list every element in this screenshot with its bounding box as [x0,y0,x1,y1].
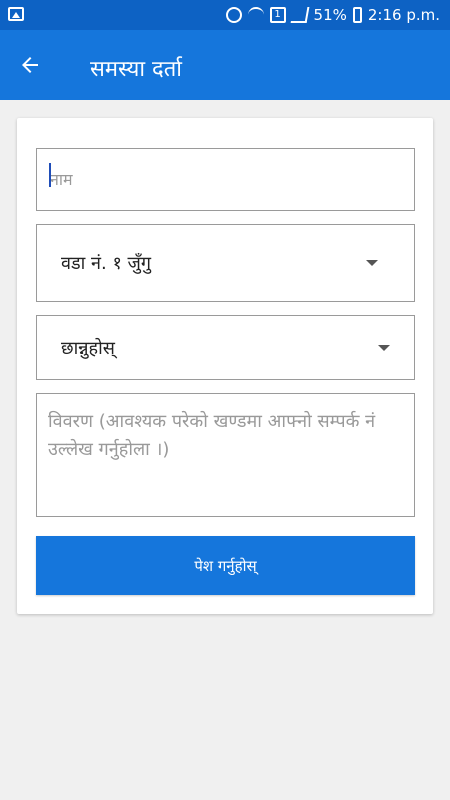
wifi-icon [247,7,264,23]
signal-icon [290,7,309,23]
app-bar: समस्या दर्ता [0,30,450,100]
battery-icon [352,7,362,23]
text-cursor [49,163,51,187]
battery-percent: 51% [313,6,347,24]
dropdown-arrow-icon [366,260,378,266]
dropdown-arrow-icon [378,344,390,351]
sim-icon: 1 [269,7,286,23]
page-title: समस्या दर्ता [90,57,182,82]
status-bar: 1 51% 2:16 p.m. [0,0,450,30]
name-field-box [36,148,415,211]
image-icon [8,7,24,21]
description-input[interactable] [37,394,414,516]
ward-select[interactable]: वडा नं. १ जुँगु [36,224,415,302]
ward-select-value: वडा नं. १ जुँगु [61,253,152,274]
category-select-value: छान्नुहोस् [61,337,115,359]
category-select[interactable]: छान्नुहोस् [36,315,415,380]
status-icons: 1 51% 2:16 p.m. [225,5,440,25]
arrow-left-icon [22,57,38,73]
name-input[interactable] [37,149,414,210]
back-button[interactable] [10,45,50,85]
alarm-icon [225,7,242,23]
submit-button[interactable]: पेश गर्नुहोस् [36,536,415,595]
description-field-box [36,393,415,517]
form-card: वडा नं. १ जुँगु छान्नुहोस् पेश गर्नुहोस् [17,118,433,614]
status-time: 2:16 p.m. [367,6,440,24]
